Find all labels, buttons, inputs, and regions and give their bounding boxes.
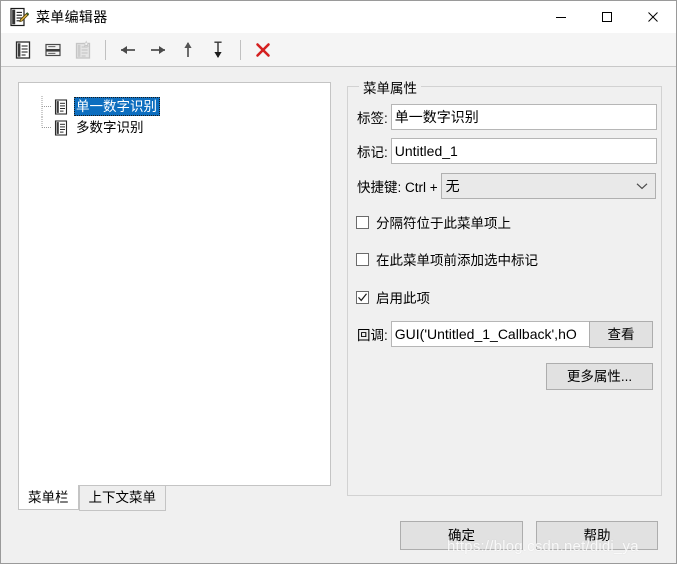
ok-button[interactable]: 确定 bbox=[400, 521, 523, 550]
accelerator-select[interactable]: 无 bbox=[440, 173, 656, 199]
tree-item-label: 单一数字识别 bbox=[74, 97, 160, 116]
move-left-icon bbox=[121, 45, 135, 54]
tree-item-multi-digit[interactable]: 多数字识别 bbox=[19, 117, 330, 138]
separator-checkbox[interactable] bbox=[356, 215, 369, 229]
separator-checkbox-label: 分隔符位于此菜单项上 bbox=[376, 216, 511, 231]
menu-editor-window: 菜单编辑器 单一数字识别 多数字识别 菜单栏 上下文菜单 菜单属性 标签: 单一… bbox=[0, 0, 677, 564]
help-button[interactable]: 帮助 bbox=[536, 521, 658, 550]
checkbox-row-enable[interactable]: 启用此项 bbox=[356, 287, 430, 307]
minimize-button[interactable] bbox=[538, 1, 584, 33]
delete-icon bbox=[256, 42, 270, 57]
menu-document-icon bbox=[54, 119, 68, 136]
tree-line-icon bbox=[41, 96, 52, 117]
delete-button[interactable] bbox=[249, 37, 277, 63]
accelerator-caption: 快捷键: Ctrl + bbox=[357, 180, 438, 195]
close-button[interactable] bbox=[630, 1, 676, 33]
new-menu-button[interactable] bbox=[9, 37, 37, 63]
tag-input[interactable]: Untitled_1 bbox=[390, 138, 657, 164]
accelerator-row: 快捷键: Ctrl + 无 bbox=[357, 173, 656, 199]
label-field-row: 标签: 单一数字识别 bbox=[357, 104, 657, 130]
tag-field-row: 标记: Untitled_1 bbox=[357, 138, 657, 164]
menu-document-icon bbox=[54, 98, 68, 115]
new-context-menu-button[interactable] bbox=[69, 37, 97, 63]
window-title: 菜单编辑器 bbox=[36, 9, 108, 25]
minimize-icon bbox=[556, 17, 566, 18]
callback-caption: 回调: bbox=[357, 328, 388, 343]
tab-strip: 菜单栏 上下文菜单 bbox=[18, 485, 331, 511]
menu-tree-list: 单一数字识别 多数字识别 bbox=[19, 83, 330, 138]
tab-context-menu[interactable]: 上下文菜单 bbox=[78, 486, 166, 511]
menu-tree-panel[interactable]: 单一数字识别 多数字识别 bbox=[18, 82, 331, 486]
view-callback-button[interactable]: 查看 bbox=[589, 321, 653, 348]
checkbox-row-checkmark[interactable]: 在此菜单项前添加选中标记 bbox=[356, 249, 538, 269]
label-field-caption: 标签: bbox=[357, 111, 388, 126]
move-up-icon bbox=[184, 41, 192, 57]
tree-item-label: 多数字识别 bbox=[76, 120, 144, 135]
tag-field-caption: 标记: bbox=[357, 145, 388, 160]
title-bar: 菜单编辑器 bbox=[1, 1, 676, 33]
checkmark-checkbox-label: 在此菜单项前添加选中标记 bbox=[376, 253, 538, 268]
callback-row: 回调: GUI('Untitled_1_Callback',hO bbox=[357, 321, 594, 347]
tree-item-single-digit[interactable]: 单一数字识别 bbox=[19, 96, 330, 117]
maximize-button[interactable] bbox=[584, 1, 630, 33]
tab-menu-bar[interactable]: 菜单栏 bbox=[18, 485, 79, 510]
callback-input[interactable]: GUI('Untitled_1_Callback',hO bbox=[390, 321, 594, 347]
close-icon bbox=[648, 12, 658, 22]
move-down-button[interactable] bbox=[204, 37, 232, 63]
new-menu-item-icon bbox=[45, 43, 61, 56]
toolbar-separator-2 bbox=[240, 39, 241, 60]
enable-checkbox-label: 启用此项 bbox=[376, 291, 430, 306]
more-properties-button[interactable]: 更多属性... bbox=[546, 363, 653, 390]
chevron-down-icon bbox=[636, 183, 648, 190]
window-controls bbox=[538, 1, 676, 33]
move-right-icon bbox=[151, 45, 165, 54]
move-up-button[interactable] bbox=[174, 37, 202, 63]
accelerator-value: 无 bbox=[445, 178, 460, 194]
maximize-icon bbox=[602, 12, 612, 22]
checkbox-row-separator[interactable]: 分隔符位于此菜单项上 bbox=[356, 212, 511, 232]
toolbar-separator-1 bbox=[105, 39, 106, 60]
label-input[interactable]: 单一数字识别 bbox=[390, 104, 657, 130]
move-left-button[interactable] bbox=[114, 37, 142, 63]
new-menu-icon bbox=[15, 40, 31, 59]
toolbar bbox=[1, 33, 676, 67]
checkmark-checkbox[interactable] bbox=[356, 252, 369, 266]
menu-editor-icon bbox=[10, 7, 29, 27]
menu-properties-title: 菜单属性 bbox=[359, 77, 421, 97]
tree-line-icon bbox=[41, 117, 52, 128]
checkmark-icon bbox=[358, 292, 367, 301]
new-context-menu-icon bbox=[75, 39, 91, 59]
enable-checkbox[interactable] bbox=[356, 290, 369, 304]
move-down-icon bbox=[214, 41, 222, 58]
move-right-button[interactable] bbox=[144, 37, 172, 63]
new-menu-item-button[interactable] bbox=[39, 37, 67, 63]
